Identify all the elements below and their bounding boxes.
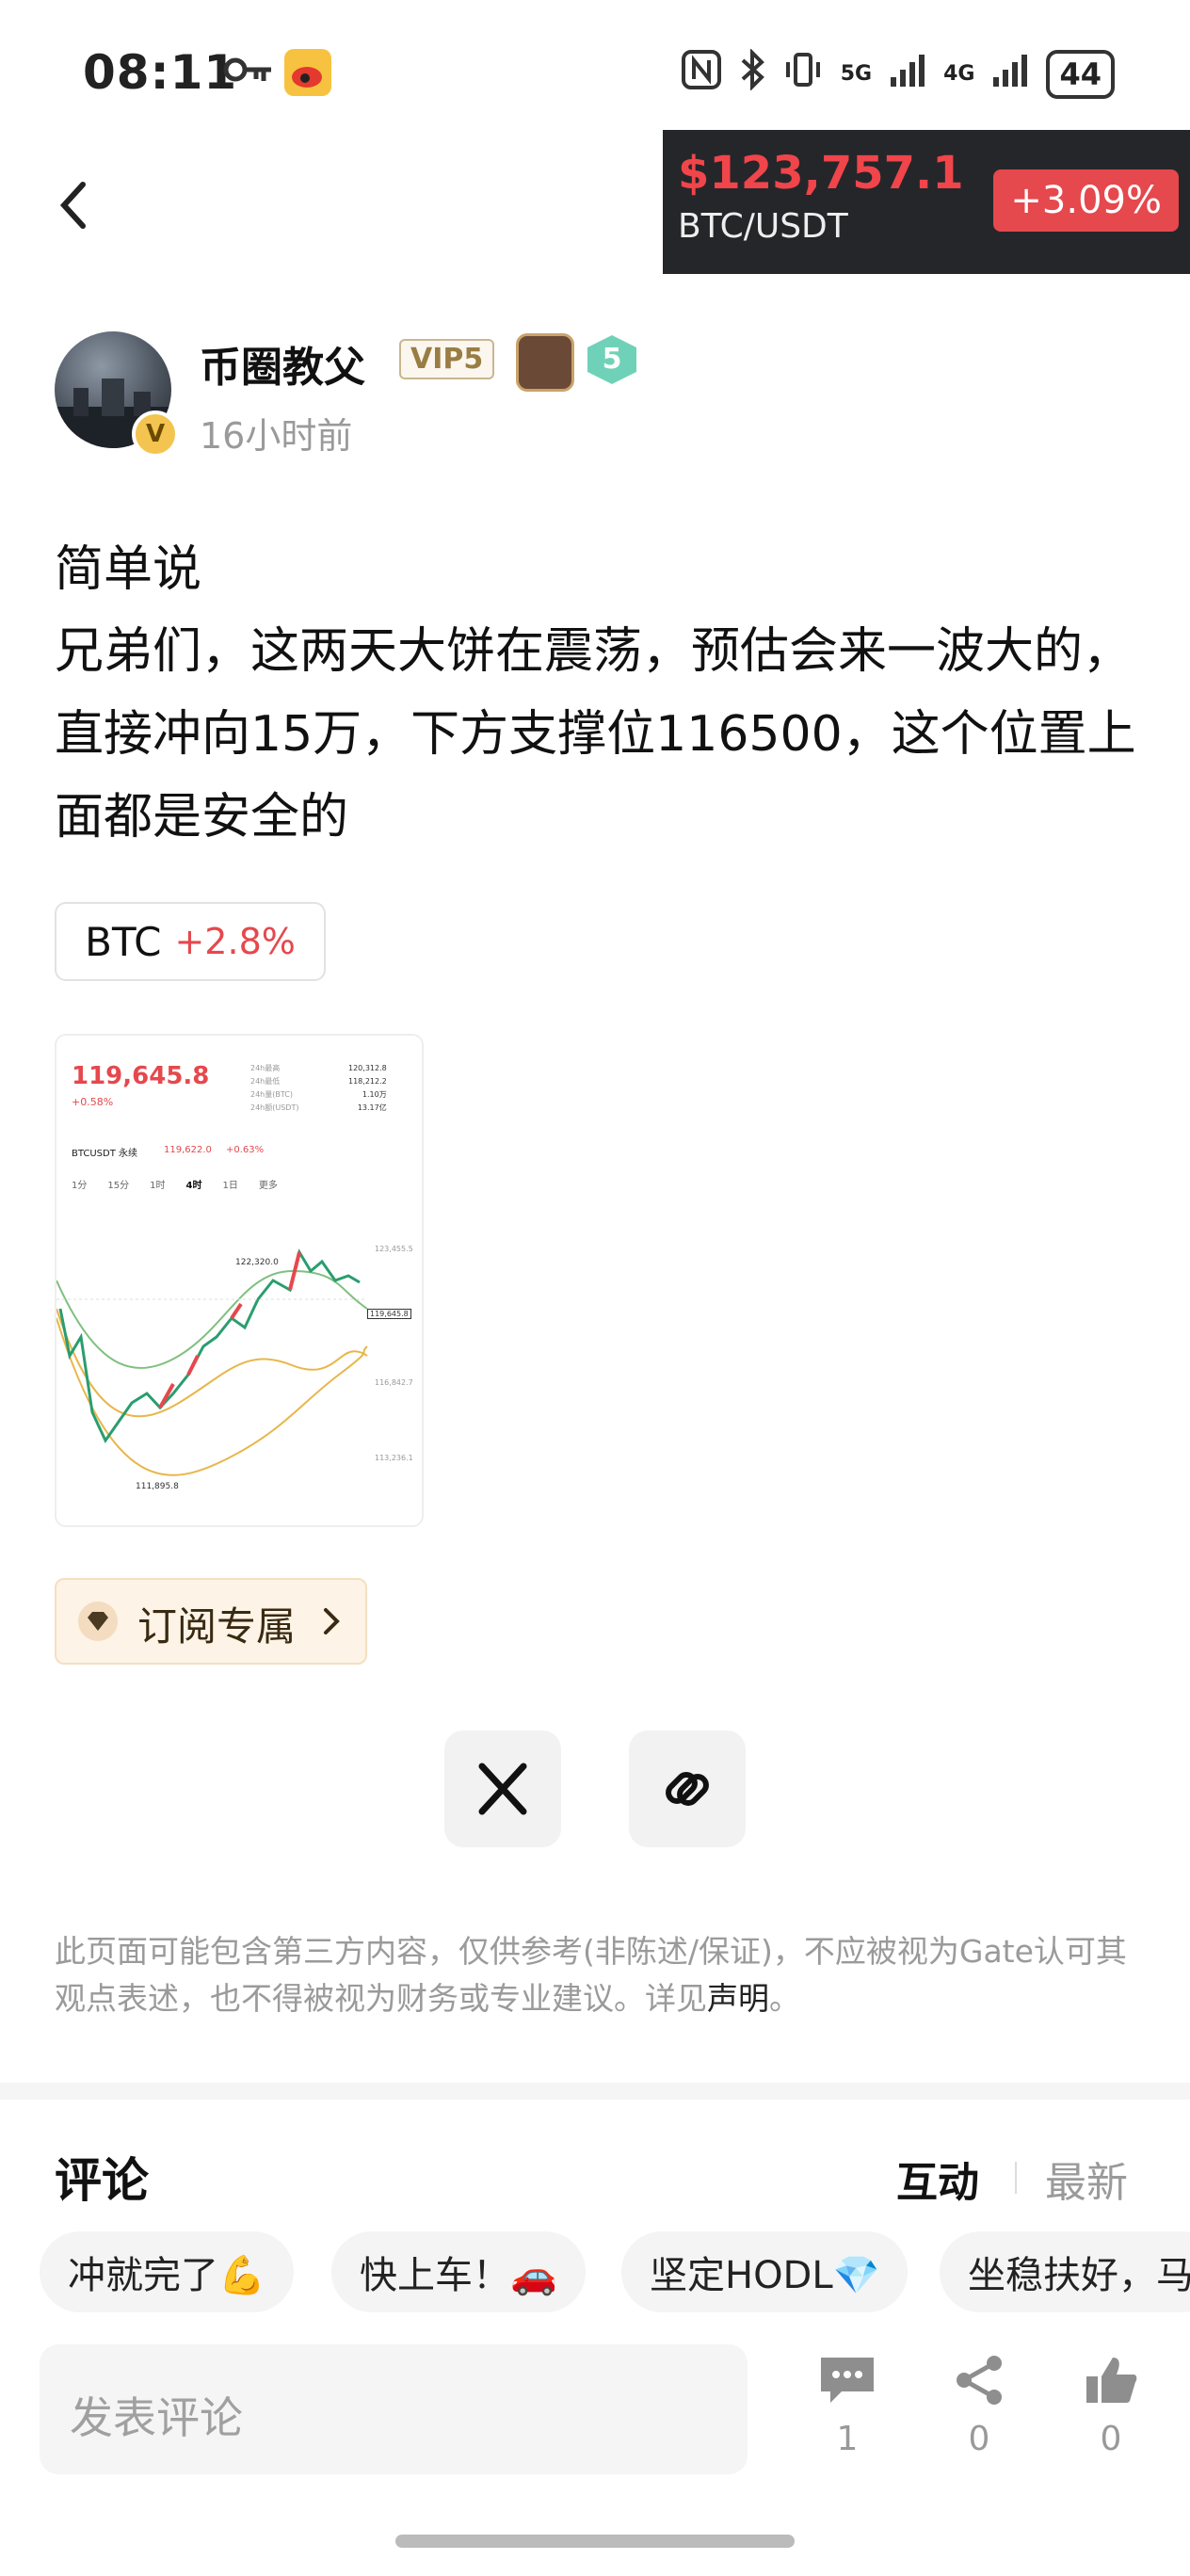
thumb-price: 119,645.8	[72, 1062, 210, 1090]
medal-icon	[516, 333, 574, 392]
thumbs-up-icon	[1086, 2358, 1137, 2403]
coin-tag-change: +2.8%	[174, 921, 296, 962]
coin-tag[interactable]: BTC +2.8%	[55, 902, 326, 981]
weibo-app-icon	[284, 49, 331, 96]
quick-reply-chip[interactable]: 坐稳扶好，马	[940, 2231, 1190, 2312]
status-icons: 5G 4G 44	[681, 48, 1115, 99]
copy-link-button[interactable]	[629, 1731, 746, 1847]
thumb-stats-values: 120,312.8 118,212.2 1.10万 13.17亿	[348, 1064, 387, 1112]
x-logo-icon	[478, 1763, 527, 1815]
thumb-axis-3: 116,842.7	[375, 1378, 413, 1387]
key-icon	[222, 51, 273, 92]
quick-reply-chip[interactable]: 快上车！🚗	[331, 2231, 586, 2312]
thumb-pair: BTCUSDT 永续	[72, 1149, 138, 1159]
ticker-price: $123,757.1	[678, 147, 964, 200]
price-ticker[interactable]: $123,757.1 BTC/USDT +3.09%	[663, 130, 1190, 274]
thumb-tabs: 1分 15分 1时 4时 1日 更多	[72, 1181, 278, 1191]
thumb-pair-price: 119,622.0	[164, 1145, 212, 1155]
ticker-pair: BTC/USDT	[678, 207, 848, 246]
sort-latest-tab[interactable]: 最新	[1045, 2149, 1128, 2201]
verified-badge: V	[132, 411, 179, 458]
disclaimer-link[interactable]: 声明	[707, 1980, 769, 2017]
comment-bubble-icon	[821, 2358, 874, 2403]
status-time: 08:11	[83, 45, 238, 100]
diamond-icon	[77, 1601, 119, 1642]
section-divider	[0, 2083, 1190, 2100]
share-count: 0	[968, 2420, 990, 2458]
disclaimer: 此页面可能包含第三方内容，仅供参考(非陈述/保证)，不应被视为Gate认可其观点…	[55, 1933, 1127, 2017]
subscribe-exclusive-button[interactable]: 订阅专属	[55, 1578, 367, 1665]
thumb-trough-label: 111,895.8	[136, 1482, 179, 1491]
thumb-stats-labels: 24h最高 24h最低 24h量(BTC) 24h额(USDT)	[250, 1064, 299, 1112]
share-icon	[957, 2356, 1002, 2405]
post-body: 兄弟们，这两天大饼在震荡，预估会来一波大的，直接冲向15万，下方支撑位11650…	[55, 623, 1136, 845]
comment-placeholder: 发表评论	[70, 2392, 243, 2443]
nfc-icon	[681, 49, 722, 99]
like-count-button[interactable]: 0	[1064, 2354, 1158, 2458]
level-badge: 5	[587, 335, 636, 384]
share-count-button[interactable]: 0	[932, 2354, 1026, 2458]
quick-reply-chip[interactable]: 冲就完了💪	[40, 2231, 294, 2312]
sort-separator	[1015, 2162, 1017, 2194]
battery-indicator: 44	[1046, 49, 1115, 99]
post-title: 简单说	[55, 541, 202, 598]
ticker-change-badge: +3.09%	[993, 169, 1179, 232]
like-count: 0	[1100, 2420, 1122, 2458]
quick-reply-chip[interactable]: 坚定HODL💎	[621, 2231, 909, 2312]
home-indicator[interactable]	[395, 2535, 795, 2548]
thumb-axis-1: 123,455.5	[375, 1245, 413, 1253]
chart-screenshot-image[interactable]: 119,645.8 +0.58% 24h最高 24h最低 24h量(BTC) 24h额…	[55, 1034, 424, 1527]
signal-icon	[889, 51, 926, 97]
signal-icon-2	[991, 51, 1029, 97]
net-4g-label: 4G	[943, 62, 975, 86]
thumb-peak-label: 122,320.0	[235, 1258, 279, 1267]
comment-count: 1	[836, 2420, 859, 2458]
sort-active-tab[interactable]: 互动	[896, 2149, 979, 2201]
comments-header: 评论 互动 最新	[0, 2135, 1190, 2201]
post-time: 16小时前	[200, 415, 353, 457]
thumb-axis-4: 113,236.1	[375, 1454, 413, 1462]
back-button[interactable]	[55, 177, 92, 233]
chevron-left-icon	[59, 182, 86, 229]
bluetooth-icon	[739, 48, 765, 99]
comments-title: 评论	[55, 2153, 149, 2201]
vip-badge: VIP5	[399, 339, 495, 379]
thumb-change: +0.58%	[72, 1096, 114, 1108]
comment-input[interactable]: 发表评论	[40, 2344, 748, 2474]
vibrate-icon	[782, 49, 824, 99]
subscribe-label: 订阅专属	[137, 1603, 297, 1650]
comment-count-button[interactable]: 1	[800, 2354, 894, 2458]
author-name[interactable]: 币圈教父	[200, 333, 365, 394]
coin-tag-symbol: BTC	[85, 918, 162, 965]
thumb-pair-change: +0.63%	[226, 1145, 265, 1155]
share-x-button[interactable]	[444, 1731, 561, 1847]
link-icon	[666, 1772, 709, 1806]
thumb-axis-2: 119,645.8	[367, 1309, 411, 1319]
net-5g-label: 5G	[840, 62, 873, 86]
chevron-right-icon	[320, 1604, 343, 1638]
